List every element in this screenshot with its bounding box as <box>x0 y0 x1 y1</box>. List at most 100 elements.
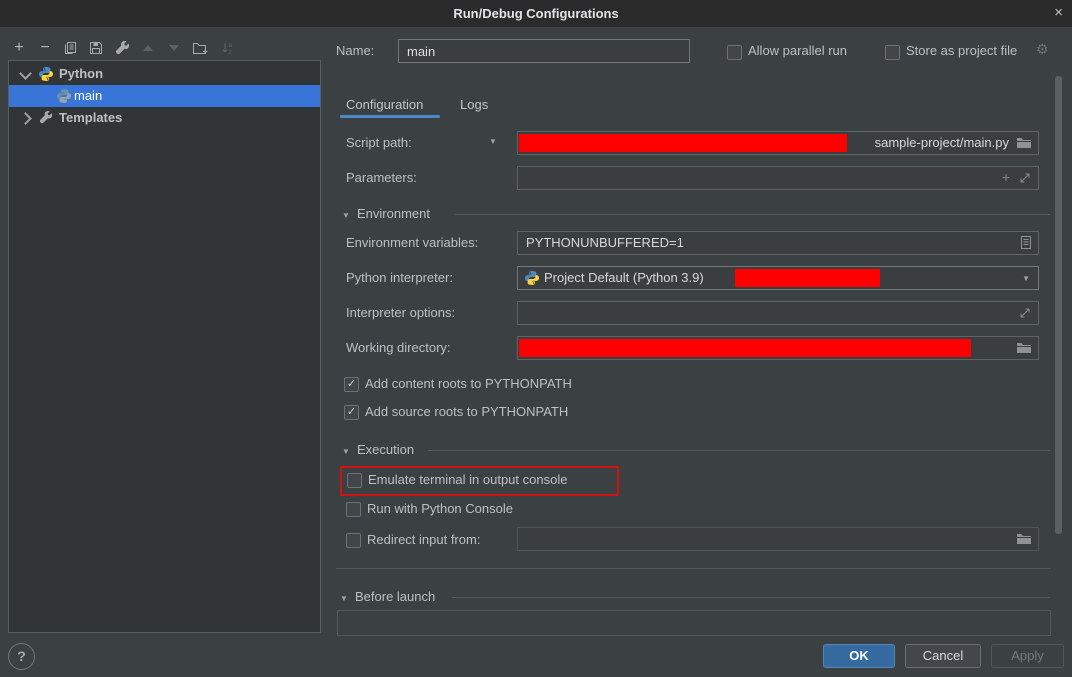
copy-icon <box>63 41 77 55</box>
emulate-terminal-label[interactable]: Emulate terminal in output console <box>368 472 567 487</box>
copy-configuration-button[interactable] <box>59 37 81 59</box>
python-icon <box>524 270 540 286</box>
allow-parallel-run-label[interactable]: Allow parallel run <box>748 43 847 58</box>
move-down-icon <box>169 45 179 51</box>
script-path-input[interactable]: sample-project/main.py <box>517 131 1039 155</box>
add-macro-icon[interactable]: + <box>1002 169 1010 185</box>
plus-icon: + <box>14 38 23 58</box>
interpreter-options-label: Interpreter options: <box>346 305 455 320</box>
name-input[interactable] <box>398 39 690 63</box>
redaction-block <box>519 134 847 152</box>
save-icon <box>89 41 103 55</box>
section-divider <box>455 214 1050 215</box>
tree-item-label: main <box>74 88 102 103</box>
run-debug-configurations-dialog: Run/Debug Configurations × + − <box>0 0 1072 677</box>
name-label: Name: <box>336 43 374 58</box>
help-icon: ? <box>17 648 26 664</box>
before-launch-task-list[interactable] <box>337 610 1051 636</box>
browse-variables-icon[interactable] <box>1020 235 1032 250</box>
python-icon <box>56 88 72 104</box>
before-launch-collapse-icon[interactable]: ▼ <box>340 594 348 603</box>
chevron-down-icon[interactable] <box>19 67 32 80</box>
run-with-python-console-label[interactable]: Run with Python Console <box>367 501 513 516</box>
add-source-roots-checkbox[interactable] <box>344 405 359 420</box>
run-with-python-console-checkbox[interactable] <box>346 502 361 517</box>
before-launch-section-title[interactable]: Before launch <box>355 589 435 604</box>
redirect-input-file-input[interactable] <box>517 527 1039 551</box>
sort-configurations-button[interactable]: a z <box>217 37 239 59</box>
close-icon[interactable]: × <box>1054 0 1063 26</box>
python-interpreter-value: Project Default (Python 3.9) <box>544 270 704 285</box>
tree-item-main-selected[interactable]: main <box>9 85 320 107</box>
environment-section-collapse-icon[interactable]: ▼ <box>342 211 350 220</box>
section-divider <box>428 450 1050 451</box>
add-content-roots-checkbox[interactable] <box>344 377 359 392</box>
emulate-terminal-checkbox[interactable] <box>347 473 362 488</box>
expand-field-icon[interactable] <box>1019 172 1031 184</box>
gear-icon[interactable]: ⚙ <box>1036 41 1049 58</box>
configurations-tree: Python main Templates <box>8 60 321 633</box>
section-divider <box>452 597 1050 598</box>
tree-item-label: Templates <box>59 110 122 125</box>
ok-button[interactable]: OK <box>823 644 895 668</box>
folder-icon[interactable] <box>1016 136 1032 149</box>
add-configuration-button[interactable]: + <box>8 37 30 59</box>
move-down-button[interactable] <box>163 37 185 59</box>
remove-configuration-button[interactable]: − <box>34 37 56 59</box>
move-up-button[interactable] <box>137 37 159 59</box>
help-button[interactable]: ? <box>8 643 35 670</box>
folder-icon[interactable] <box>1016 341 1032 354</box>
tab-configuration[interactable]: Configuration <box>346 97 423 112</box>
working-directory-input[interactable] <box>517 336 1039 360</box>
save-configuration-button[interactable] <box>85 37 107 59</box>
redirect-input-checkbox[interactable] <box>346 533 361 548</box>
wrench-icon <box>115 41 130 56</box>
tab-logs[interactable]: Logs <box>460 97 488 112</box>
redaction-block <box>735 269 880 287</box>
add-content-roots-label[interactable]: Add content roots to PYTHONPATH <box>365 376 572 391</box>
allow-parallel-run-checkbox[interactable] <box>727 45 742 60</box>
dialog-title: Run/Debug Configurations <box>0 0 1072 27</box>
script-path-label: Script path: <box>346 135 412 150</box>
parameters-input[interactable]: + <box>517 166 1039 190</box>
svg-text:z: z <box>229 49 232 55</box>
new-folder-icon <box>192 41 208 55</box>
svg-text:a: a <box>229 42 233 49</box>
title-bar: Run/Debug Configurations × <box>0 0 1072 27</box>
cancel-button[interactable]: Cancel <box>905 644 981 668</box>
environment-variables-value: PYTHONUNBUFFERED=1 <box>526 235 684 250</box>
edit-templates-button[interactable] <box>111 37 133 59</box>
python-icon <box>38 66 54 82</box>
add-source-roots-label[interactable]: Add source roots to PYTHONPATH <box>365 404 568 419</box>
script-path-dropdown-icon[interactable]: ▼ <box>489 137 497 146</box>
environment-section-title[interactable]: Environment <box>357 206 430 221</box>
store-as-project-file-label[interactable]: Store as project file <box>906 43 1017 58</box>
sort-alphabetically-icon: a z <box>221 41 235 55</box>
redirect-input-label[interactable]: Redirect input from: <box>367 532 480 547</box>
interpreter-options-input[interactable] <box>517 301 1039 325</box>
folder-icon[interactable] <box>1016 532 1032 545</box>
create-new-folder-button[interactable] <box>189 37 211 59</box>
tree-item-python-group[interactable]: Python <box>9 63 320 85</box>
chevron-right-icon[interactable] <box>19 112 32 125</box>
python-interpreter-combobox[interactable]: Project Default (Python 3.9) ▼ <box>517 266 1039 290</box>
python-interpreter-label: Python interpreter: <box>346 270 453 285</box>
wrench-icon <box>39 111 53 125</box>
expand-field-icon[interactable] <box>1019 307 1031 319</box>
active-tab-underline <box>340 115 440 118</box>
minus-icon: − <box>40 38 49 58</box>
environment-variables-label: Environment variables: <box>346 235 478 250</box>
content-divider <box>336 568 1051 569</box>
execution-section-collapse-icon[interactable]: ▼ <box>342 447 350 456</box>
tree-item-templates-group[interactable]: Templates <box>9 107 320 129</box>
interpreter-dropdown-icon[interactable]: ▼ <box>1022 274 1030 283</box>
environment-variables-input[interactable]: PYTHONUNBUFFERED=1 <box>517 231 1039 255</box>
apply-button[interactable]: Apply <box>991 644 1064 668</box>
move-up-icon <box>143 45 153 51</box>
vertical-scrollbar-thumb[interactable] <box>1055 76 1062 534</box>
parameters-label: Parameters: <box>346 170 417 185</box>
working-directory-label: Working directory: <box>346 340 451 355</box>
execution-section-title[interactable]: Execution <box>357 442 414 457</box>
redaction-block <box>519 339 971 357</box>
store-as-project-file-checkbox[interactable] <box>885 45 900 60</box>
